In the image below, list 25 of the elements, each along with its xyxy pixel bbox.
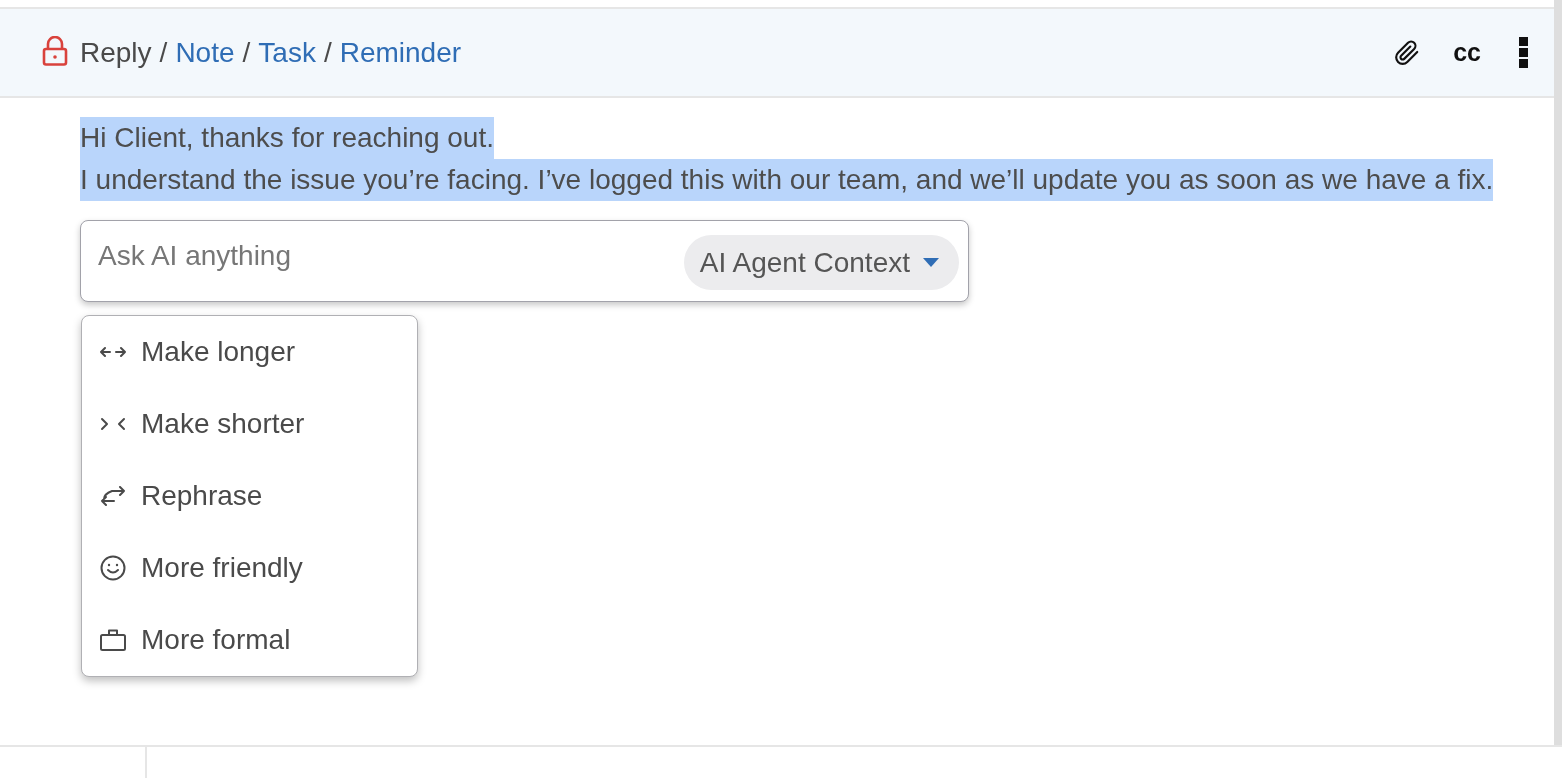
menu-item[interactable]: Rephrase (82, 460, 417, 532)
composer-mode-tab[interactable]: Note (175, 36, 235, 69)
mode-separator: / (242, 36, 251, 69)
swap-arrows-icon (100, 486, 126, 506)
left-right-arrows-icon (100, 346, 126, 358)
composer-mode-tab[interactable]: Reply (80, 36, 152, 69)
mode-separator: / (323, 36, 332, 69)
menu-item[interactable]: Make shorter (82, 388, 417, 460)
menu-item[interactable]: Make longer (82, 316, 417, 388)
menu-item[interactable]: More formal (82, 604, 417, 676)
padlock-icon (42, 36, 68, 66)
scrollbar-track[interactable] (1554, 0, 1562, 745)
paperclip-icon[interactable] (1394, 39, 1421, 66)
menu-item[interactable]: More friendly (82, 532, 417, 604)
composer-mode-tab[interactable]: Task (258, 36, 316, 69)
context-dropdown[interactable]: AI Agent Context (683, 235, 959, 290)
briefcase-icon (100, 629, 126, 651)
smiley-icon (100, 555, 126, 581)
ask-ai-field[interactable]: Ask AI anything AI Agent Context (80, 220, 969, 302)
more-menu-icon[interactable] (1519, 37, 1528, 68)
composer-mode-tab[interactable]: Reminder (339, 36, 462, 69)
caret-icon (923, 258, 939, 267)
inward-chevrons-icon (100, 417, 126, 431)
cc-button[interactable]: cc (1453, 40, 1481, 65)
mode-separator: / (159, 36, 168, 69)
